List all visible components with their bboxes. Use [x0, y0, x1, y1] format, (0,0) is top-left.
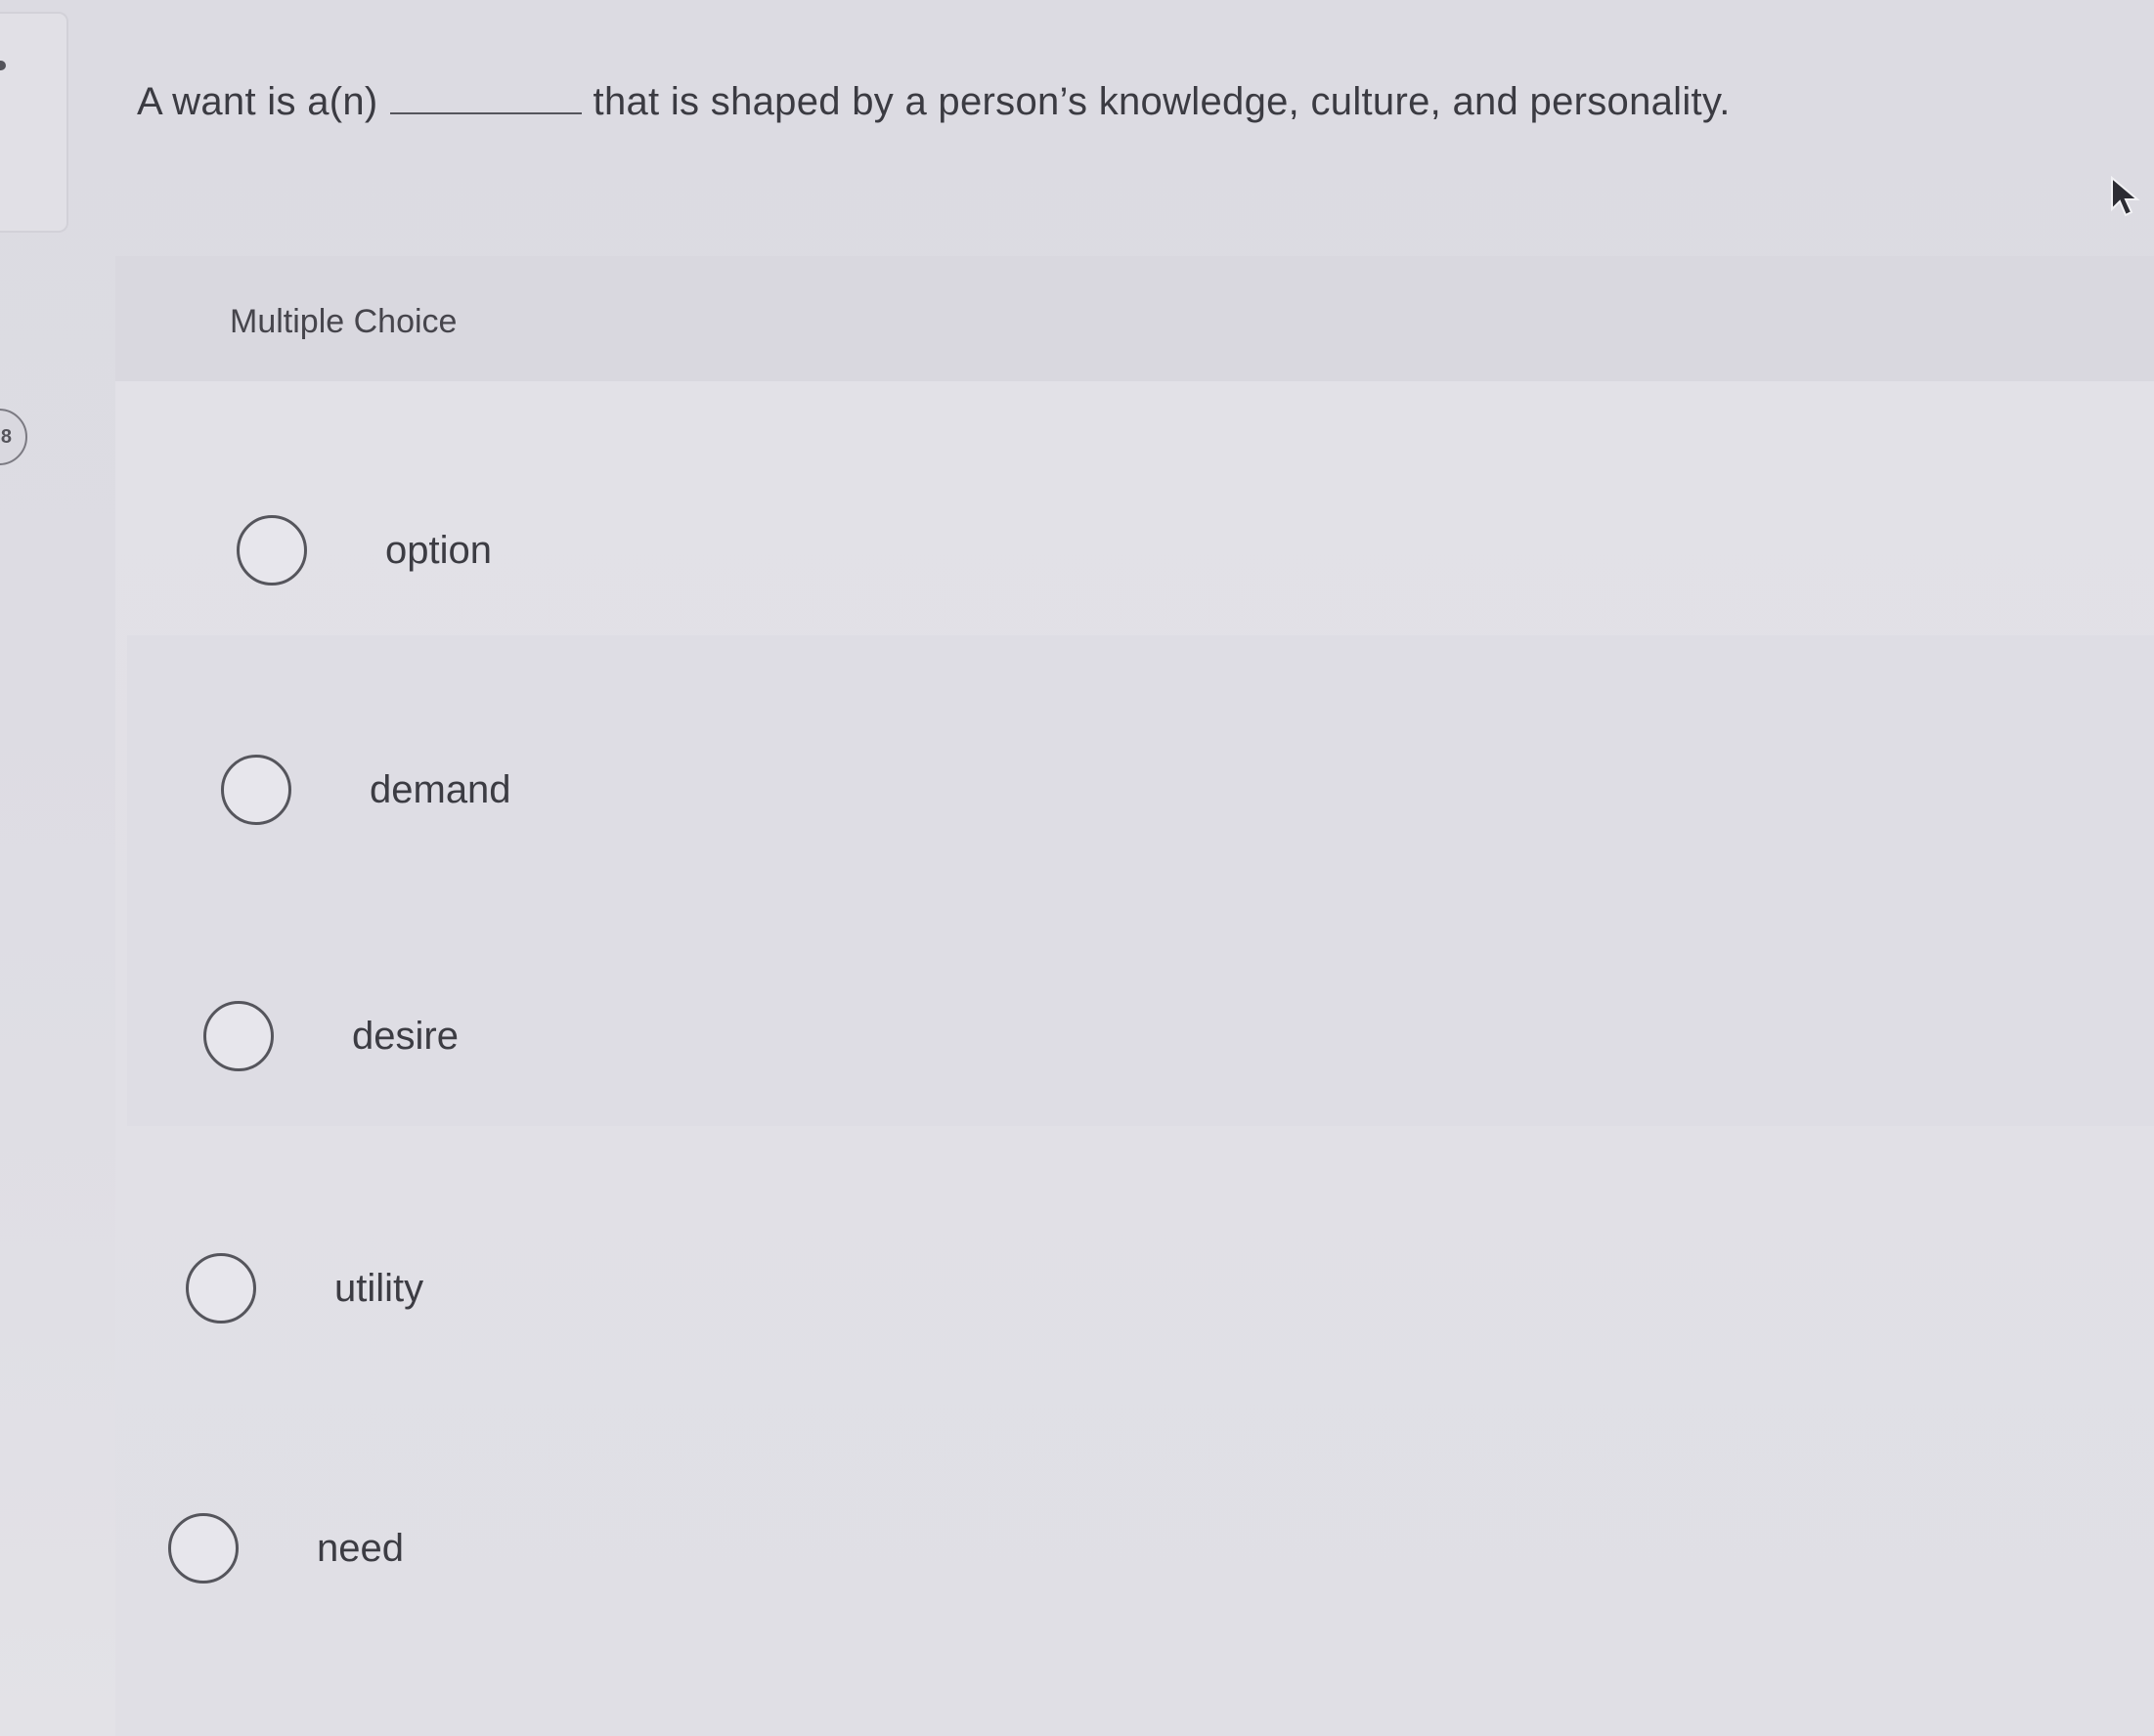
- question-suffix: that is shaped by a person’s knowledge, …: [593, 80, 1731, 123]
- choice-label: need: [317, 1526, 404, 1570]
- choice-label: option: [385, 528, 492, 572]
- choice-label: demand: [370, 767, 511, 811]
- choice-label: desire: [352, 1014, 459, 1058]
- radio-circle-icon[interactable]: [168, 1513, 239, 1584]
- choice-desire[interactable]: desire: [203, 997, 459, 1075]
- mouse-pointer-icon: [2111, 176, 2140, 217]
- answer-blank: [389, 83, 582, 114]
- choice-demand[interactable]: demand: [221, 751, 511, 829]
- choice-label: utility: [334, 1266, 424, 1310]
- radio-circle-icon[interactable]: [186, 1253, 256, 1324]
- question-number: 8: [0, 426, 12, 448]
- previous-question-panel[interactable]: [0, 12, 68, 233]
- question-number-badge[interactable]: 8: [0, 409, 27, 465]
- choice-utility[interactable]: utility: [186, 1249, 423, 1327]
- question-prompt: A want is a(n) that is shaped by a person…: [137, 80, 1731, 124]
- radio-circle-icon[interactable]: [221, 755, 291, 825]
- choice-need[interactable]: need: [168, 1509, 404, 1587]
- radio-circle-icon[interactable]: [237, 515, 307, 586]
- radio-circle-icon[interactable]: [203, 1001, 274, 1071]
- question-prefix: A want is a(n): [137, 80, 378, 123]
- section-label: Multiple Choice: [230, 303, 458, 340]
- choice-option[interactable]: option: [237, 511, 492, 589]
